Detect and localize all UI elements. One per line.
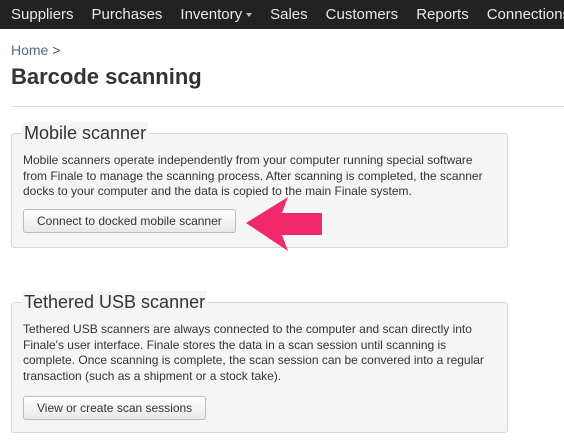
nav-connections[interactable]: Connections <box>487 6 564 23</box>
top-navbar: Suppliers Purchases Inventory Sales Cust… <box>0 0 564 29</box>
breadcrumb-separator: > <box>52 42 61 58</box>
title-divider <box>11 106 564 107</box>
pointer-arrow-icon <box>246 197 322 251</box>
caret-down-icon <box>246 13 253 17</box>
page-title: Barcode scanning <box>11 64 202 89</box>
nav-purchases-label: Purchases <box>91 6 163 23</box>
nav-connections-label: Connections <box>486 6 564 23</box>
usb-scanner-panel: Tethered USB scanner Tethered USB scanne… <box>11 291 508 433</box>
nav-sales[interactable]: Sales <box>270 6 308 23</box>
breadcrumb: Home > <box>11 42 61 58</box>
nav-suppliers-label: Suppliers <box>11 6 74 23</box>
nav-inventory[interactable]: Inventory <box>180 6 253 23</box>
mobile-scanner-description: Mobile scanners operate independently fr… <box>23 153 483 198</box>
view-scan-sessions-button[interactable]: View or create scan sessions <box>23 396 207 420</box>
usb-scanner-description: Tethered USB scanners are always connect… <box>23 322 484 383</box>
nav-customers-label: Customers <box>325 6 399 23</box>
nav-suppliers[interactable]: Suppliers <box>11 6 74 23</box>
nav-inventory-label: Inventory <box>180 6 243 23</box>
breadcrumb-home-link[interactable]: Home <box>11 42 48 58</box>
nav-reports[interactable]: Reports <box>416 6 469 23</box>
nav-customers[interactable]: Customers <box>326 6 399 23</box>
usb-scanner-title: Tethered USB scanner <box>22 291 208 313</box>
nav-sales-label: Sales <box>270 6 308 23</box>
nav-reports-label: Reports <box>416 6 469 23</box>
connect-docked-scanner-button[interactable]: Connect to docked mobile scanner <box>23 209 236 233</box>
nav-purchases[interactable]: Purchases <box>92 6 163 23</box>
mobile-scanner-title: Mobile scanner <box>22 122 149 144</box>
